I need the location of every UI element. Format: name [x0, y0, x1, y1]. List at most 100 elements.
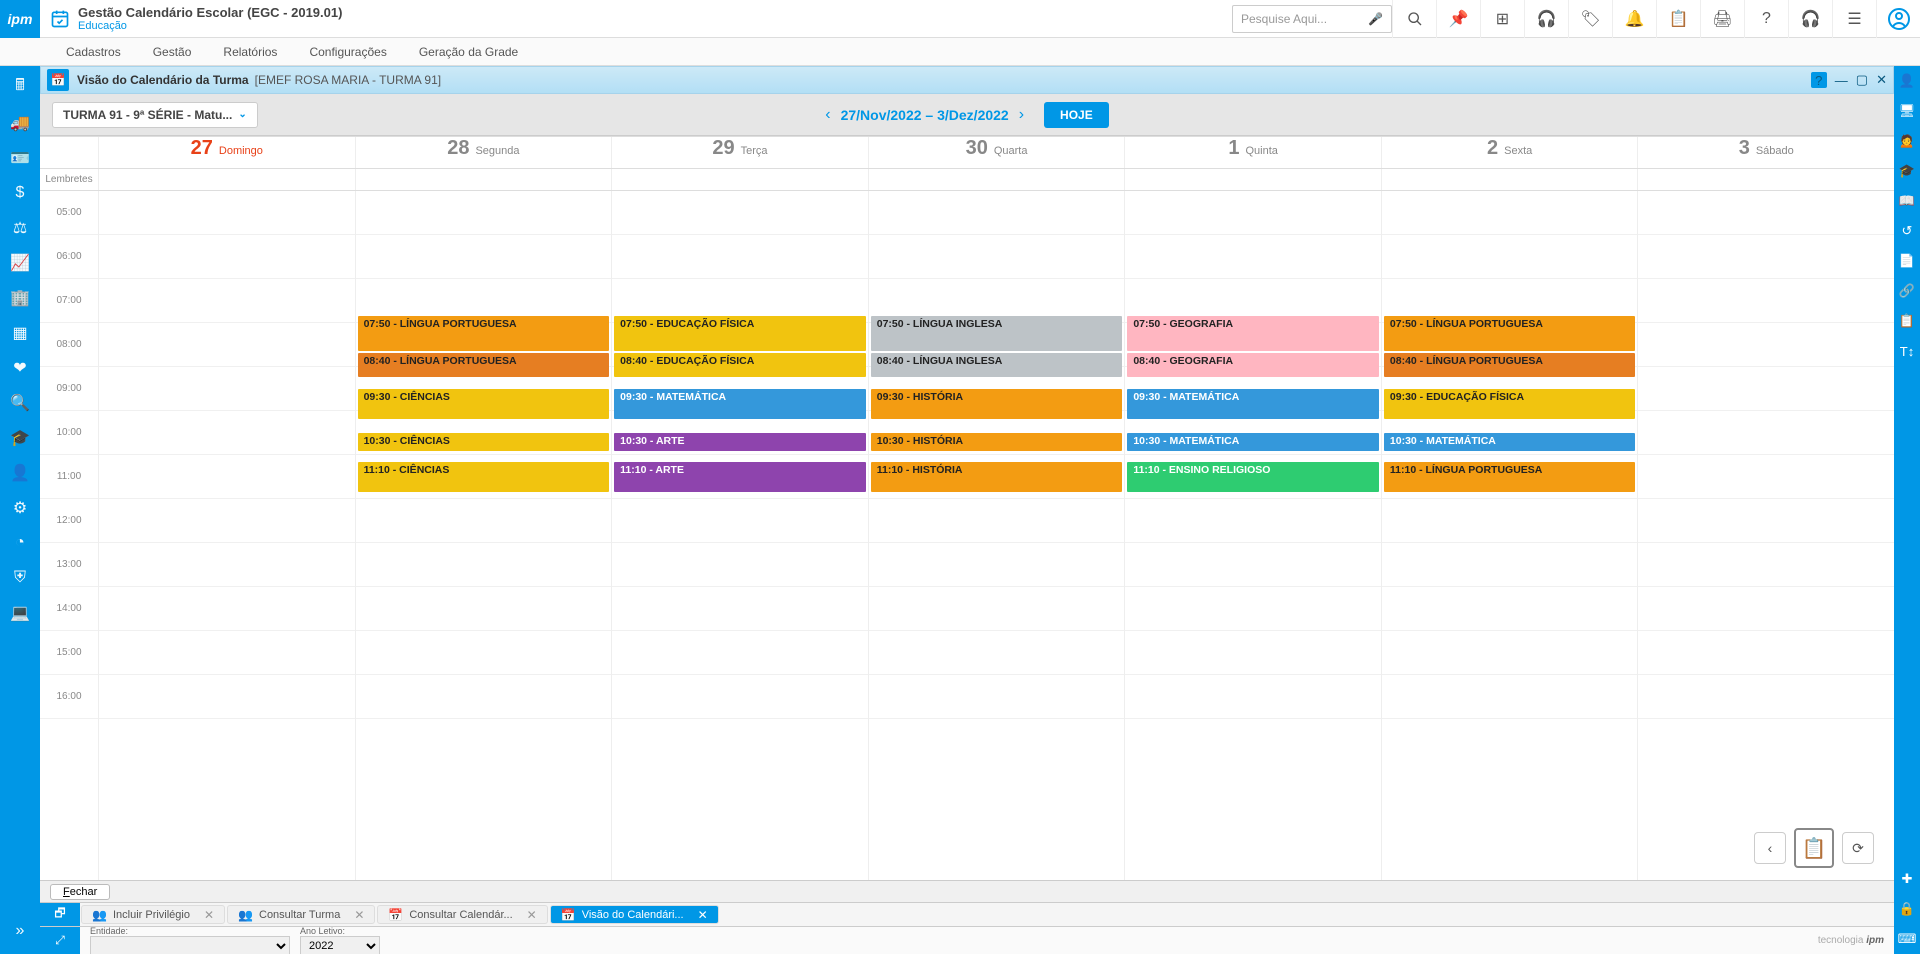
sidebar-expand-icon[interactable]: »	[0, 913, 40, 948]
calendar-event[interactable]: 09:30 - MATEMÁTICA	[1127, 389, 1379, 419]
rail-text-icon[interactable]: T↕	[1894, 336, 1920, 366]
refresh-icon[interactable]: ⟳	[1842, 832, 1874, 864]
calendar-event[interactable]: 11:10 - LÍNGUA PORTUGUESA	[1384, 462, 1636, 492]
entity-select[interactable]	[90, 936, 290, 954]
sidebar-search-icon[interactable]: 🔍	[0, 385, 40, 420]
calendar-event[interactable]: 07:50 - LÍNGUA PORTUGUESA	[358, 316, 610, 351]
tab-close-icon[interactable]: ✕	[698, 908, 708, 922]
tab-close-icon[interactable]: ✕	[354, 908, 364, 922]
sidebar-calc-icon[interactable]: 🖩	[0, 70, 40, 105]
rail-grad-icon[interactable]: 🎓	[1894, 156, 1920, 186]
tab[interactable]: 📅Consultar Calendár...✕	[377, 905, 547, 924]
calendar-event[interactable]: 07:50 - LÍNGUA PORTUGUESA	[1384, 316, 1636, 351]
rail-person-icon[interactable]: 🙍	[1894, 126, 1920, 156]
tag-icon[interactable]: 🏷	[1568, 0, 1612, 38]
sidebar-laptop-icon[interactable]: 💻	[0, 595, 40, 630]
rail-list-icon[interactable]: 📋	[1894, 306, 1920, 336]
calendar-event[interactable]: 10:30 - HISTÓRIA	[871, 433, 1123, 451]
search-icon[interactable]	[1392, 0, 1436, 38]
headset-icon[interactable]: 🎧	[1524, 0, 1568, 38]
tab-close-icon[interactable]: ✕	[527, 908, 537, 922]
status-expand-icon[interactable]: ⤢	[40, 927, 80, 954]
calendar-event[interactable]: 09:30 - CIÊNCIAS	[358, 389, 610, 419]
calendar-event[interactable]: 08:40 - LÍNGUA INGLESA	[871, 353, 1123, 377]
sidebar-gear-icon[interactable]: ⚙	[0, 490, 40, 525]
sidebar-grid-icon[interactable]: ▦	[0, 315, 40, 350]
sidebar-shield-icon[interactable]: ⛨	[0, 560, 40, 595]
window-close-icon[interactable]: ✕	[1876, 72, 1887, 88]
rail-book-icon[interactable]: 📖	[1894, 186, 1920, 216]
rail-keyboard-icon[interactable]: ⌨	[1894, 924, 1920, 954]
rail-user-icon[interactable]: 👤	[1894, 66, 1920, 96]
class-selector[interactable]: TURMA 91 - 9ª SÉRIE - Matu... ⌄	[52, 102, 258, 128]
sidebar-pie-icon[interactable]: ◔	[0, 525, 40, 560]
calendar-event[interactable]: 09:30 - MATEMÁTICA	[614, 389, 866, 419]
tab-close-icon[interactable]: ✕	[204, 908, 214, 922]
calendar-event[interactable]: 08:40 - LÍNGUA PORTUGUESA	[358, 353, 610, 377]
sidebar-scale-icon[interactable]: ⚖	[0, 210, 40, 245]
tab[interactable]: 👥Consultar Turma✕	[227, 905, 375, 924]
tab-windows-icon[interactable]: 🗗	[40, 903, 80, 926]
tab[interactable]: 👥Incluir Privilégio✕	[81, 905, 225, 924]
prev-week-icon[interactable]: ‹	[825, 106, 830, 124]
rail-link-icon[interactable]: 🔗	[1894, 276, 1920, 306]
calendar-body[interactable]: 05:0006:0007:0008:0009:0010:0011:0012:00…	[40, 191, 1894, 880]
calendar-event[interactable]: 07:50 - GEOGRAFIA	[1127, 316, 1379, 351]
print-icon[interactable]: 🖨	[1700, 0, 1744, 38]
window-minimize-icon[interactable]: —	[1835, 73, 1848, 88]
rail-doc-icon[interactable]: 📄	[1894, 246, 1920, 276]
sidebar-user-gear-icon[interactable]: 👤	[0, 455, 40, 490]
support-icon[interactable]: 🎧	[1788, 0, 1832, 38]
tab[interactable]: 📅Visão do Calendári...✕	[550, 905, 719, 924]
calendar-event[interactable]: 10:30 - CIÊNCIAS	[358, 433, 610, 451]
calendar-event[interactable]: 08:40 - EDUCAÇÃO FÍSICA	[614, 353, 866, 377]
calendar-event[interactable]: 09:30 - EDUCAÇÃO FÍSICA	[1384, 389, 1636, 419]
bell-icon[interactable]: 🔔	[1612, 0, 1656, 38]
sidebar-truck-icon[interactable]: 🚚	[0, 105, 40, 140]
year-select[interactable]: 2022	[300, 936, 380, 954]
scroll-left-icon[interactable]: ‹	[1754, 832, 1786, 864]
calendar-event[interactable]: 10:30 - ARTE	[614, 433, 866, 451]
menu-configuracoes[interactable]: Configurações	[293, 45, 402, 59]
calendar-event[interactable]: 11:10 - ARTE	[614, 462, 866, 492]
rail-plugin-icon[interactable]: ✚	[1894, 864, 1920, 894]
calendar-event[interactable]: 10:30 - MATEMÁTICA	[1127, 433, 1379, 451]
menu-relatorios[interactable]: Relatórios	[207, 45, 293, 59]
menu-gestao[interactable]: Gestão	[137, 45, 208, 59]
menu-icon[interactable]: ☰	[1832, 0, 1876, 38]
help-icon[interactable]: ?	[1744, 0, 1788, 38]
sidebar-id-icon[interactable]: 🪪	[0, 140, 40, 175]
window-help-icon[interactable]: ?	[1811, 72, 1827, 88]
close-button[interactable]: Fechar	[50, 884, 110, 900]
pin-icon[interactable]: 📌	[1436, 0, 1480, 38]
user-avatar-icon[interactable]	[1876, 0, 1920, 38]
rail-history-icon[interactable]: ↺	[1894, 216, 1920, 246]
calendar-event[interactable]: 10:30 - MATEMÁTICA	[1384, 433, 1636, 451]
calendar-event[interactable]: 08:40 - GEOGRAFIA	[1127, 353, 1379, 377]
next-week-icon[interactable]: ›	[1019, 106, 1024, 124]
calendar-event[interactable]: 08:40 - LÍNGUA PORTUGUESA	[1384, 353, 1636, 377]
org-icon[interactable]: ⊞	[1480, 0, 1524, 38]
tab-icon: 👥	[92, 908, 107, 922]
today-button[interactable]: HOJE	[1044, 102, 1109, 128]
sidebar-building-icon[interactable]: 🏢	[0, 280, 40, 315]
calendar-event[interactable]: 07:50 - EDUCAÇÃO FÍSICA	[614, 316, 866, 351]
menu-cadastros[interactable]: Cadastros	[50, 45, 137, 59]
calendar-event[interactable]: 09:30 - HISTÓRIA	[871, 389, 1123, 419]
rail-lock-icon[interactable]: 🔒	[1894, 894, 1920, 924]
sidebar-grad-icon[interactable]: 🎓	[0, 420, 40, 455]
clipboard-icon[interactable]: 📋	[1656, 0, 1700, 38]
calendar-event[interactable]: 07:50 - LÍNGUA INGLESA	[871, 316, 1123, 351]
rail-monitor-icon[interactable]: 🖥	[1894, 96, 1920, 126]
calendar-event[interactable]: 11:10 - ENSINO RELIGIOSO	[1127, 462, 1379, 492]
calendar-event[interactable]: 11:10 - HISTÓRIA	[871, 462, 1123, 492]
list-view-icon[interactable]: 📋	[1794, 828, 1834, 868]
sidebar-heart-icon[interactable]: ❤	[0, 350, 40, 385]
window-maximize-icon[interactable]: ▢	[1856, 72, 1868, 88]
search-input[interactable]: Pesquise Aqui... 🎤	[1232, 5, 1392, 33]
mic-icon[interactable]: 🎤	[1368, 12, 1383, 26]
menu-geracao[interactable]: Geração da Grade	[403, 45, 534, 59]
sidebar-money-icon[interactable]: $	[0, 175, 40, 210]
calendar-event[interactable]: 11:10 - CIÊNCIAS	[358, 462, 610, 492]
sidebar-chart-icon[interactable]: 📈	[0, 245, 40, 280]
